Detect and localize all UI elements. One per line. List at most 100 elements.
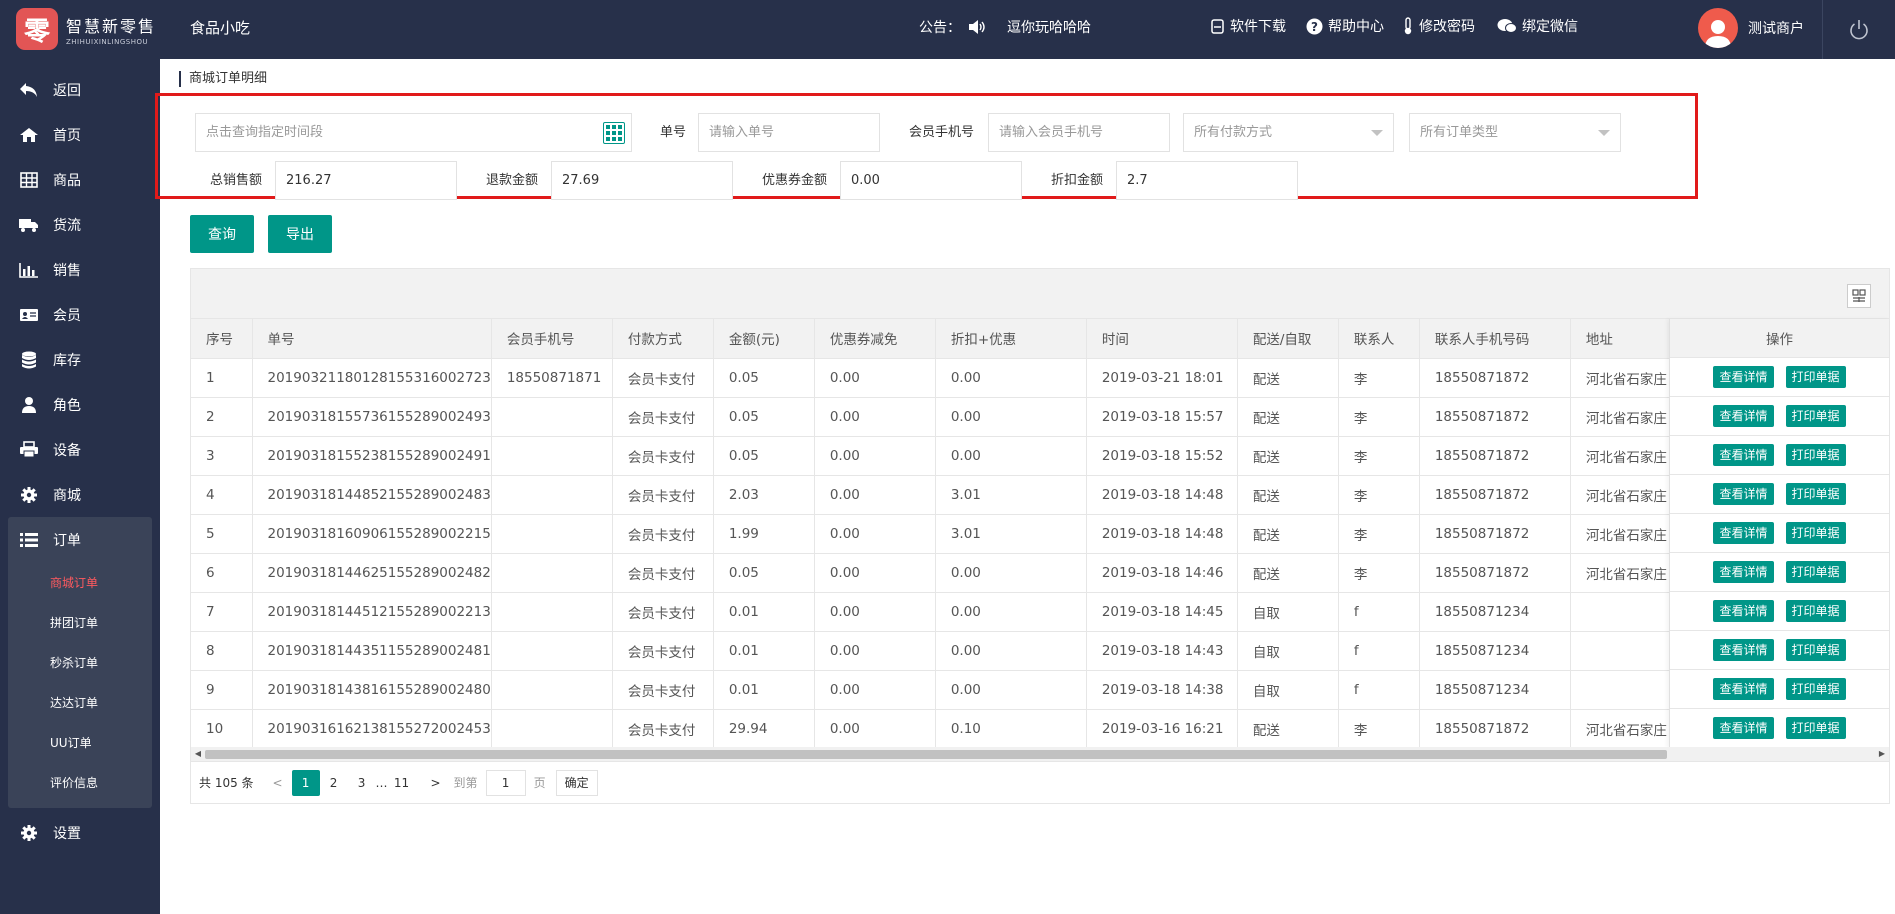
column-header[interactable]: 会员手机号: [491, 319, 613, 359]
view-details-button[interactable]: 查看详情: [1713, 678, 1774, 700]
sidebar-item-back[interactable]: 返回: [0, 67, 160, 112]
view-details-button[interactable]: 查看详情: [1713, 405, 1774, 427]
date-range-input[interactable]: 点击查询指定时间段: [195, 113, 632, 152]
table-row[interactable]: 10 20190316162138155272002453 会员卡支付 29.94 0.…: [191, 709, 1681, 749]
column-header[interactable]: 时间: [1086, 319, 1238, 359]
table-row[interactable]: 9 20190318143816155289002480 会员卡支付 0.01 0.00…: [191, 670, 1681, 710]
export-button[interactable]: 导出: [268, 215, 332, 253]
sidebar-item-sales[interactable]: 销售: [0, 247, 160, 292]
sub-item-group-orders[interactable]: 拼团订单: [8, 602, 152, 642]
sidebar-item-logistics[interactable]: 货流: [0, 202, 160, 247]
scroll-left-icon[interactable]: ◀: [193, 749, 203, 759]
sidebar-item-inventory[interactable]: 库存: [0, 337, 160, 382]
bind-wechat-link[interactable]: 绑定微信: [1497, 16, 1578, 36]
print-receipt-button[interactable]: 打印单据: [1785, 639, 1846, 661]
print-receipt-button[interactable]: 打印单据: [1785, 600, 1846, 622]
print-receipt-button[interactable]: 打印单据: [1785, 678, 1846, 700]
column-header[interactable]: 地址: [1570, 319, 1681, 359]
view-details-button[interactable]: 查看详情: [1713, 561, 1774, 583]
table-row[interactable]: 6 20190318144625155289002482 会员卡支付 0.05 0.00…: [191, 553, 1681, 593]
sidebar-item-home[interactable]: 首页: [0, 112, 160, 157]
order-no-input[interactable]: 请输入单号: [698, 113, 880, 152]
print-receipt-button[interactable]: 打印单据: [1785, 483, 1846, 505]
help-center-link[interactable]: ? 帮助中心: [1306, 16, 1384, 36]
change-password-link[interactable]: 修改密码: [1402, 16, 1475, 36]
column-header[interactable]: 联系人: [1338, 319, 1420, 359]
view-details-button[interactable]: 查看详情: [1713, 444, 1774, 466]
member-phone-input[interactable]: 请输入会员手机号: [988, 113, 1170, 152]
page-last[interactable]: 11: [388, 770, 416, 796]
discount-field[interactable]: 2.7: [1116, 161, 1298, 200]
column-header[interactable]: 序号: [191, 319, 253, 359]
print-receipt-button[interactable]: 打印单据: [1785, 405, 1846, 427]
sidebar-item-settings[interactable]: 设置: [0, 810, 160, 855]
order-no-label: 单号: [660, 125, 687, 140]
sub-item-reviews[interactable]: 评价信息: [8, 762, 152, 802]
page-2[interactable]: 2: [320, 770, 348, 796]
query-button[interactable]: 查询: [190, 215, 254, 253]
table-cell: 0.00: [935, 358, 1087, 398]
operations-header: 操作: [1670, 319, 1889, 358]
payment-method-select[interactable]: 所有付款方式: [1183, 113, 1394, 152]
table-cell: 3: [191, 436, 253, 476]
view-details-button[interactable]: 查看详情: [1713, 483, 1774, 505]
table-row[interactable]: 2 20190318155736155289002493 会员卡支付 0.05 0.00…: [191, 397, 1681, 437]
table-cell: 18550871872: [1419, 553, 1571, 593]
sidebar-item-members[interactable]: 会员: [0, 292, 160, 337]
table-cell: 0.00: [814, 670, 936, 710]
column-header[interactable]: 付款方式: [612, 319, 714, 359]
notice-text[interactable]: 逗你玩哈哈哈: [1007, 17, 1091, 37]
horizontal-scrollbar[interactable]: ◀ ▶: [191, 747, 1889, 761]
sidebar-item-devices[interactable]: 设备: [0, 427, 160, 472]
table-row[interactable]: 7 20190318144512155289002213 会员卡支付 0.01 0.00…: [191, 592, 1681, 632]
coupon-field[interactable]: 0.00: [840, 161, 1022, 200]
view-details-button[interactable]: 查看详情: [1713, 717, 1774, 739]
column-header[interactable]: 单号: [252, 319, 492, 359]
logout-button[interactable]: [1822, 0, 1895, 59]
order-type-select[interactable]: 所有订单类型: [1409, 113, 1621, 152]
view-details-button[interactable]: 查看详情: [1713, 639, 1774, 661]
view-details-button[interactable]: 查看详情: [1713, 366, 1774, 388]
goto-confirm-button[interactable]: 确定: [555, 769, 598, 796]
print-receipt-button[interactable]: 打印单据: [1785, 366, 1846, 388]
sub-item-dada-orders[interactable]: 达达订单: [8, 682, 152, 722]
prev-page-icon[interactable]: <: [264, 770, 292, 796]
next-page-icon[interactable]: >: [422, 770, 450, 796]
sub-item-uu-orders[interactable]: UU订单: [8, 722, 152, 762]
print-receipt-button[interactable]: 打印单据: [1785, 522, 1846, 544]
software-download-link[interactable]: 软件下载: [1210, 16, 1286, 36]
page-1[interactable]: 1: [291, 769, 320, 796]
column-header[interactable]: 配送/自取: [1237, 319, 1339, 359]
total-sales-field[interactable]: 216.27: [275, 161, 457, 200]
scroll-thumb[interactable]: [205, 750, 1667, 759]
table-row[interactable]: 1 20190321180128155316002723 18550871871 会员…: [191, 358, 1681, 398]
sidebar-item-orders[interactable]: 订单: [8, 517, 152, 562]
column-header[interactable]: 优惠券减免: [814, 319, 936, 359]
user-menu[interactable]: 测试商户: [1698, 8, 1804, 48]
refund-field[interactable]: 27.69: [551, 161, 733, 200]
store-name[interactable]: 食品小吃: [190, 17, 250, 38]
sidebar-item-mall[interactable]: 商城: [0, 472, 160, 517]
table-row[interactable]: 5 20190318160906155289002215 会员卡支付 1.99 0.00…: [191, 514, 1681, 554]
sidebar-item-goods[interactable]: 商品: [0, 157, 160, 202]
page-3[interactable]: 3: [348, 770, 376, 796]
table-row[interactable]: 3 20190318155238155289002491 会员卡支付 0.05 0.00…: [191, 436, 1681, 476]
column-header[interactable]: 金额(元): [713, 319, 815, 359]
sub-item-mall-orders[interactable]: 商城订单: [8, 562, 152, 602]
table-row[interactable]: 4 20190318144852155289002483 会员卡支付 2.03 0.00…: [191, 475, 1681, 515]
goto-page-input[interactable]: 1: [485, 769, 526, 796]
view-details-button[interactable]: 查看详情: [1713, 522, 1774, 544]
table-row[interactable]: 8 20190318144351155289002481 会员卡支付 0.01 0.00…: [191, 631, 1681, 671]
sidebar-item-roles[interactable]: 角色: [0, 382, 160, 427]
column-header[interactable]: 折扣+优惠: [935, 319, 1087, 359]
print-receipt-button[interactable]: 打印单据: [1785, 444, 1846, 466]
calendar-icon[interactable]: [603, 122, 625, 144]
print-receipt-button[interactable]: 打印单据: [1785, 717, 1846, 739]
table-cell: [491, 670, 613, 710]
column-filter-icon[interactable]: [1847, 284, 1871, 308]
scroll-right-icon[interactable]: ▶: [1877, 749, 1887, 759]
view-details-button[interactable]: 查看详情: [1713, 600, 1774, 622]
column-header[interactable]: 联系人手机号码: [1419, 319, 1571, 359]
print-receipt-button[interactable]: 打印单据: [1785, 561, 1846, 583]
sub-item-flash-sale-orders[interactable]: 秒杀订单: [8, 642, 152, 682]
